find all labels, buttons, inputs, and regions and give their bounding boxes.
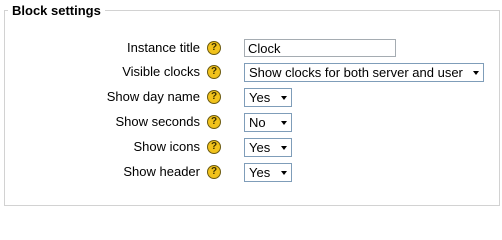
block-settings-legend: Block settings	[8, 3, 105, 19]
visible-clocks-label: Visible clocks	[122, 64, 200, 79]
visible-clocks-value: Show clocks for both server and user	[249, 65, 463, 80]
show-seconds-value: No	[249, 115, 266, 130]
help-icon[interactable]: ?	[207, 115, 221, 129]
show-seconds-select[interactable]: No	[244, 113, 292, 132]
chevron-down-icon	[473, 71, 479, 75]
show-icons-select[interactable]: Yes	[244, 138, 292, 157]
help-icon[interactable]: ?	[207, 165, 221, 179]
show-seconds-label: Show seconds	[115, 114, 200, 129]
show-day-name-label: Show day name	[106, 89, 200, 104]
chevron-down-icon	[281, 96, 287, 100]
instance-title-label: Instance title	[127, 40, 200, 55]
show-header-select[interactable]: Yes	[244, 163, 292, 182]
show-header-value: Yes	[249, 165, 271, 180]
chevron-down-icon	[281, 121, 287, 125]
show-header-label: Show header	[123, 164, 200, 179]
show-day-name-select[interactable]: Yes	[244, 88, 292, 107]
help-icon[interactable]: ?	[207, 90, 221, 104]
show-icons-label: Show icons	[133, 139, 200, 154]
help-icon[interactable]: ?	[207, 140, 221, 154]
help-icon[interactable]: ?	[207, 65, 221, 79]
instance-title-input[interactable]	[244, 39, 396, 57]
visible-clocks-select[interactable]: Show clocks for both server and user	[244, 63, 484, 82]
chevron-down-icon	[281, 146, 287, 150]
help-icon[interactable]: ?	[207, 41, 221, 55]
show-day-name-value: Yes	[249, 90, 271, 105]
chevron-down-icon	[281, 171, 287, 175]
show-icons-value: Yes	[249, 140, 271, 155]
